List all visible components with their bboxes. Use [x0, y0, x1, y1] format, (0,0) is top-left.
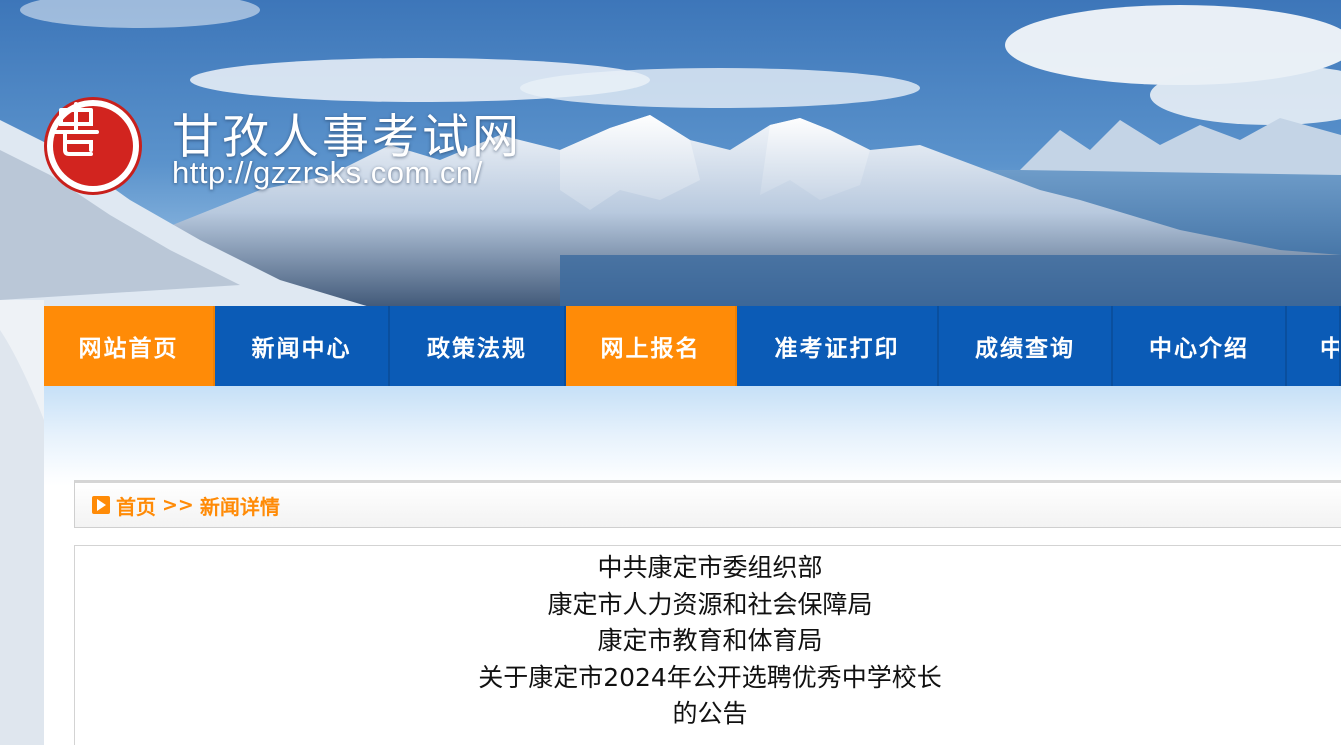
breadcrumb: 首页 >> 新闻详情 — [74, 480, 1341, 528]
nav-item-admission-ticket[interactable]: 准考证打印 — [737, 306, 939, 386]
article-title: 中共康定市委组织部 康定市人力资源和社会保障局 康定市教育和体育局 关于康定市2… — [75, 550, 1341, 733]
breadcrumb-current: 新闻详情 — [199, 494, 280, 519]
nav-item-more[interactable]: 中 — [1287, 306, 1341, 386]
nav-item-news[interactable]: 新闻中心 — [215, 306, 390, 386]
article-title-line: 关于康定市2024年公开选聘优秀中学校长 — [478, 662, 942, 692]
content-panel: 首页 >> 新闻详情 中共康定市委组织部 康定市人力资源和社会保障局 康定市教育… — [44, 386, 1341, 745]
site-url[interactable]: http://gzzrsks.com.cn/ — [172, 155, 483, 191]
nav-item-about[interactable]: 中心介绍 — [1113, 306, 1287, 386]
nav-item-registration[interactable]: 网上报名 — [566, 306, 737, 386]
article-body: 中共康定市委组织部 康定市人力资源和社会保障局 康定市教育和体育局 关于康定市2… — [74, 545, 1341, 745]
nav-item-policy[interactable]: 政策法规 — [390, 306, 566, 386]
seal-logo-icon[interactable] — [44, 97, 142, 195]
nav-item-score-query[interactable]: 成绩查询 — [939, 306, 1113, 386]
article-title-line: 中共康定市委组织部 — [597, 553, 823, 582]
article-title-line: 康定市人力资源和社会保障局 — [547, 589, 873, 619]
breadcrumb-home[interactable]: 首页 — [116, 491, 156, 520]
seal-glyph-icon — [53, 102, 99, 156]
article-title-line: 康定市教育和体育局 — [597, 626, 823, 655]
nav-item-home[interactable]: 网站首页 — [44, 306, 215, 386]
seal-logo-inner — [53, 102, 133, 186]
play-arrow-icon — [92, 496, 110, 514]
main-nav: 网站首页 新闻中心 政策法规 网上报名 准考证打印 成绩查询 中心介绍 中 — [44, 306, 1341, 386]
article-title-line: 的公告 — [672, 699, 748, 728]
breadcrumb-separator: >> — [162, 494, 194, 516]
